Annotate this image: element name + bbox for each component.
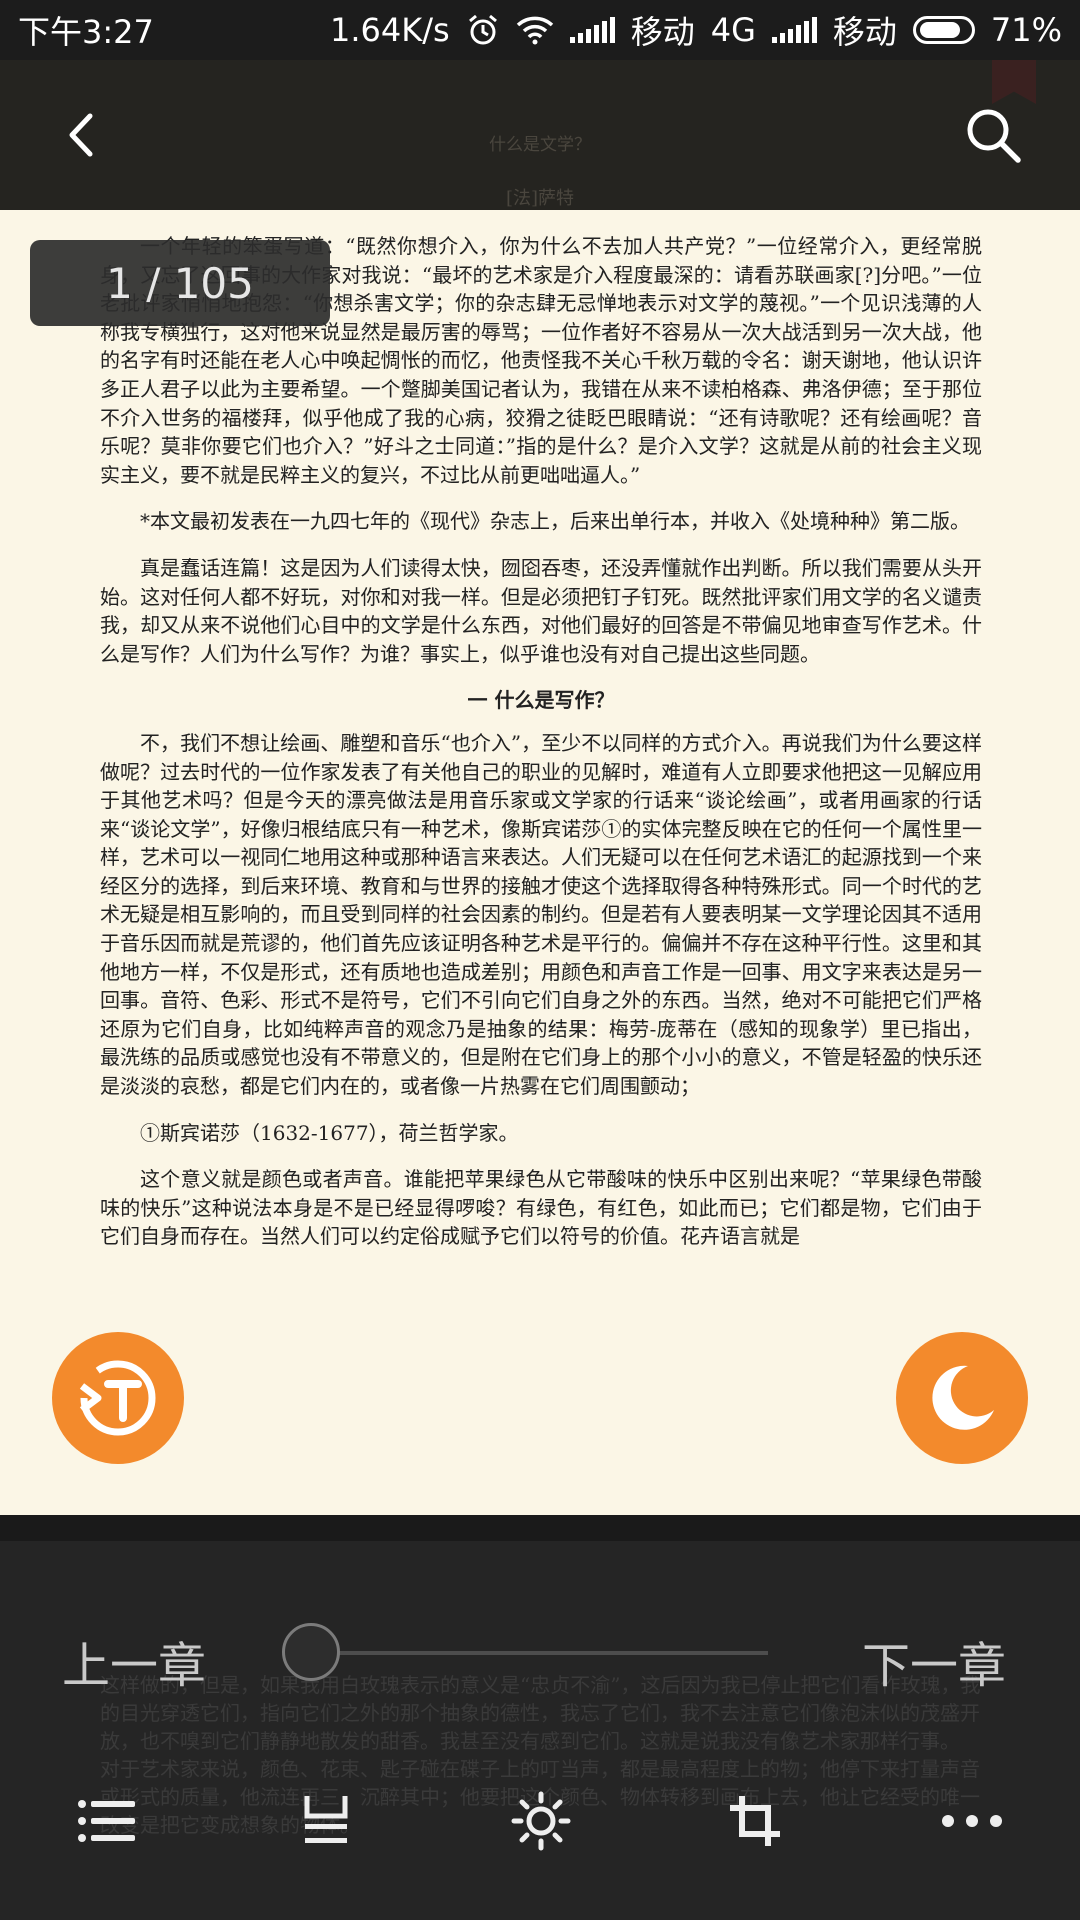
chapter-ghost-author: [法]萨特 xyxy=(505,188,575,209)
carrier-1: 移动 xyxy=(630,13,695,51)
crop-icon xyxy=(730,1796,780,1846)
reader-bottom-panel: 这样做的，但是，如果我用白玫瑰表示的意义是“忠贞不渝”，这后因为我已停止把它们看… xyxy=(0,1541,1080,1920)
paragraph: *本文最初发表在一九四七年的《现代》杂志上，后来出单行本，并收入《处境种种》第二… xyxy=(140,509,970,534)
page-text: 一个年轻的笨蛋写道：“既然你想介入，你为什么不去加人共产党？”一位经常介入，更经… xyxy=(100,232,982,1269)
status-bar: 下午3:27 1.64K/s 移动 4G 移动 71% xyxy=(0,0,1080,60)
brightness-button[interactable] xyxy=(501,1781,581,1861)
chapter-ghost-title: 什么是文学？ xyxy=(489,135,591,155)
paragraph: 真是蠢话连篇！这是因为人们读得太快，囫囵吞枣，还没弄懂就作出判断。所以我们需要从… xyxy=(100,555,982,666)
bottom-toolbar xyxy=(0,1781,1080,1881)
ghost-line: 这样做的，但是，如果我用白玫瑰表示的意义是“忠贞不渝”，这后因为我已停止把它们看… xyxy=(100,1673,981,1753)
back-arrow-icon[interactable] xyxy=(60,110,110,160)
status-time: 下午3:27 xyxy=(18,13,154,51)
more-button[interactable] xyxy=(932,1781,1012,1861)
page-mode-button[interactable] xyxy=(286,1781,366,1861)
page-mode-icon xyxy=(304,1796,348,1843)
crop-button[interactable] xyxy=(715,1781,795,1861)
battery-level: 71% xyxy=(990,11,1062,49)
status-right: 1.64K/s 移动 4G 移动 71% xyxy=(330,7,1062,53)
page-indicator: 1 / 105 xyxy=(30,240,330,326)
next-chapter-button[interactable]: 下一章 xyxy=(862,1626,1006,1696)
auto-read-icon xyxy=(79,1360,156,1436)
more-icon xyxy=(942,1815,1002,1827)
footnote: ①斯宾诺莎（1632-1677），荷兰哲学家。 xyxy=(140,1120,519,1145)
brightness-icon xyxy=(511,1791,571,1851)
reader-top-bar: 什么是文学？ [法]萨特 xyxy=(0,60,1080,210)
signal-icon-2 xyxy=(771,17,817,43)
panel-divider xyxy=(0,1515,1080,1541)
catalog-icon xyxy=(78,1800,135,1842)
network-speed: 1.64K/s xyxy=(330,11,450,49)
search-icon[interactable] xyxy=(964,106,1022,164)
chapter-progress-thumb[interactable] xyxy=(282,1623,340,1681)
auto-scroll-button[interactable] xyxy=(52,1332,184,1464)
chapter-progress-track[interactable] xyxy=(290,1651,768,1655)
signal-icon xyxy=(569,17,615,43)
paragraph: 不，我们不想让绘画、雕塑和音乐“也介入”，至少不以同样的方式介入。再说我们为什么… xyxy=(100,730,982,1099)
network-type: 4G xyxy=(710,11,756,49)
night-mode-button[interactable] xyxy=(896,1332,1028,1464)
section-heading: 一 什么是写作？ xyxy=(467,688,615,713)
previous-chapter-button[interactable]: 上一章 xyxy=(62,1626,206,1696)
wifi-icon xyxy=(516,16,553,45)
alarm-icon xyxy=(468,14,497,45)
paragraph: 这个意义就是颜色或者声音。谁能把苹果绿色从它带酸味的快乐中区别出来呢？“苹果绿色… xyxy=(100,1167,982,1249)
catalog-button[interactable] xyxy=(67,1781,147,1861)
moon-icon xyxy=(932,1365,994,1430)
reading-page[interactable]: 一个年轻的笨蛋写道：“既然你想介入，你为什么不去加人共产党？”一位经常介入，更经… xyxy=(0,210,1080,1515)
carrier-2: 移动 xyxy=(832,13,897,51)
bookmark-icon[interactable] xyxy=(992,60,1036,104)
battery-icon xyxy=(912,16,975,44)
